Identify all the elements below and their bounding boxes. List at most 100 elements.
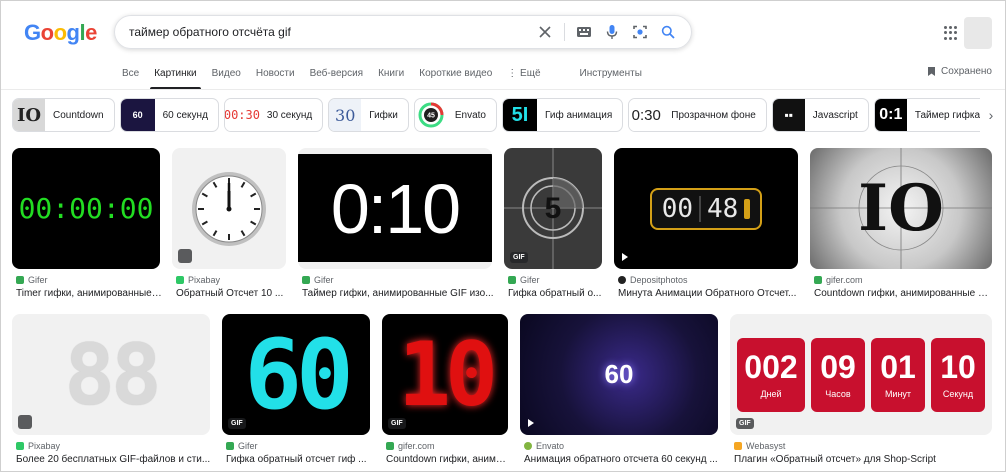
tools-button[interactable]: Инструменты <box>580 64 642 88</box>
result-thumbnail[interactable]: 60 <box>520 314 718 435</box>
result-title[interactable]: Анимация обратного отсчета 60 секунд ... <box>524 454 720 465</box>
clear-search-button[interactable] <box>532 19 558 45</box>
source-name: Pixabay <box>188 275 221 285</box>
tab-short-videos[interactable]: Короткие видео <box>419 64 492 88</box>
logo-letter: g <box>66 20 80 45</box>
result-thumbnail[interactable]: IO <box>810 148 992 269</box>
chip-timer-gif-reverse[interactable]: 0:1 Таймер гифка обрат <box>873 98 980 132</box>
source-favicon-icon <box>226 442 234 450</box>
countdown-label: Дней <box>760 388 782 399</box>
result-thumbnail[interactable]: 10 GIF <box>382 314 508 435</box>
result-thumbnail[interactable]: 60 GIF <box>222 314 370 435</box>
result-thumbnail[interactable]: 00:00:00 <box>12 148 160 269</box>
result-title[interactable]: Обратный Отсчет 10 ... <box>176 288 288 299</box>
result-title[interactable]: Countdown гифки, анимирова... <box>386 454 510 465</box>
result-card[interactable]: 00:00:00 Gifer Timer гифки, анимированны… <box>12 148 162 300</box>
chip-transparent-bg[interactable]: 0:30 Прозрачном фоне <box>628 98 767 132</box>
chip-countdown[interactable]: IO Countdown <box>12 98 115 132</box>
thumbnail-text: 48 <box>707 193 739 224</box>
thumbnail-text: IO <box>858 171 944 246</box>
source-favicon-icon <box>734 442 742 450</box>
tab-images[interactable]: Картинки <box>150 64 202 90</box>
result-title[interactable]: Более 20 бесплатных GIF-файлов и сти... <box>16 454 212 465</box>
result-source: gifer.com <box>386 441 435 451</box>
result-title[interactable]: Timer гифки, анимированные ... <box>16 288 162 299</box>
chip-60-seconds[interactable]: 60 60 секунд <box>119 98 219 132</box>
result-card[interactable]: IO gifer.com Countdown гифки, анимирован… <box>810 148 994 300</box>
thumbnail-text: 0:10 <box>330 169 461 248</box>
result-card[interactable]: 60 GIF Gifer Гифка обратный отсчет гиф .… <box>222 314 370 466</box>
result-thumbnail[interactable]: 002 Дней 09 Часов 01 Минут 10 Секунд GIF <box>730 314 992 435</box>
result-thumbnail[interactable]: 88 <box>12 314 210 435</box>
lens-search-button[interactable] <box>627 19 653 45</box>
search-box[interactable]: таймер обратного отсчёта gif <box>114 15 692 49</box>
result-card[interactable]: 5 GIF Gifer Гифка обратный о... <box>504 148 602 300</box>
search-input[interactable]: таймер обратного отсчёта gif <box>129 25 532 39</box>
keyboard-button[interactable] <box>571 19 597 45</box>
apps-grid-button[interactable] <box>944 26 958 40</box>
timer-banner: 00 48 <box>649 187 763 230</box>
thumbnail-text: 60 <box>604 359 634 389</box>
source-name: Gifer <box>28 275 48 285</box>
gif-badge: GIF <box>228 418 246 429</box>
tab-web[interactable]: Веб-версия <box>310 64 364 88</box>
chip-30-seconds[interactable]: 00:30 30 секунд <box>223 98 324 132</box>
chip-label: 30 секунд <box>266 109 313 121</box>
countdown-segment: 01 Минут <box>871 337 925 412</box>
result-thumbnail[interactable]: 0:10 <box>298 148 492 269</box>
result-card[interactable]: 002 Дней 09 Часов 01 Минут 10 Секунд GIF… <box>730 314 992 466</box>
result-card[interactable]: 00 48 Depositphotos Минута Анимации Обра… <box>614 148 798 300</box>
saved-button[interactable]: Сохранено <box>927 66 992 77</box>
result-title[interactable]: Гифка обратный отсчет гиф ... <box>226 454 372 465</box>
chip-javascript[interactable]: ▪▪ Javascript <box>771 98 869 132</box>
timer-progress-fill <box>744 198 751 219</box>
chip-envato[interactable]: 45 Envato <box>413 98 497 132</box>
apps-grid-icon <box>949 26 952 29</box>
tab-video[interactable]: Видео <box>212 64 241 88</box>
countdown-label: Часов <box>825 388 851 399</box>
tab-books[interactable]: Книги <box>378 64 404 88</box>
result-title[interactable]: Гифка обратный о... <box>508 288 604 299</box>
saved-collection-icon <box>18 415 32 429</box>
result-thumbnail[interactable]: 00 48 <box>614 148 798 269</box>
chip-label: Гиф анимация <box>545 109 613 121</box>
chips-scroll-right-button[interactable]: › <box>984 103 998 127</box>
result-card[interactable]: 10 GIF gifer.com Countdown гифки, анимир… <box>382 314 510 466</box>
result-card[interactable]: 88 Pixabay Более 20 бесплатных GIF-файло… <box>12 314 210 466</box>
search-submit-button[interactable] <box>655 19 681 45</box>
logo-letter: e <box>85 20 97 45</box>
result-title[interactable]: Countdown гифки, анимированные G... <box>814 288 994 299</box>
result-card[interactable]: Pixabay Обратный Отсчет 10 ... <box>172 148 286 300</box>
result-title[interactable]: Таймер гифки, анимированные GIF изо... <box>302 288 494 299</box>
source-favicon-icon <box>16 276 24 284</box>
result-card[interactable]: 0:10 Gifer Таймер гифки, анимированные G… <box>298 148 494 300</box>
chip-gif-animation[interactable]: 5I Гиф анимация <box>502 98 624 132</box>
thumbnail-text: 00 <box>661 193 693 224</box>
source-name: Pixabay <box>28 441 61 451</box>
chip-label: Прозрачном фоне <box>671 109 756 121</box>
result-thumbnail[interactable]: 5 GIF <box>504 148 602 269</box>
countdown-value: 09 <box>820 348 856 385</box>
result-title[interactable]: Плагин «Обратный отсчет» для Shop-Script <box>734 454 994 465</box>
tab-more[interactable]: ⋮ Ещё <box>507 64 540 88</box>
result-source: Webasyst <box>734 441 785 451</box>
google-logo[interactable]: Google <box>24 20 97 46</box>
svg-text:45: 45 <box>427 113 435 120</box>
chip-thumbnail: 45 <box>414 99 447 131</box>
countdown-value: 002 <box>744 348 798 385</box>
tab-all[interactable]: Все <box>122 64 139 88</box>
account-avatar[interactable] <box>964 17 992 49</box>
result-card[interactable]: 60 Envato Анимация обратного отсчета 60 … <box>520 314 718 466</box>
play-icon <box>622 253 628 261</box>
source-name: Webasyst <box>746 441 786 451</box>
tab-news[interactable]: Новости <box>256 64 295 88</box>
apps-grid-icon <box>944 26 947 29</box>
countdown-segment: 09 Часов <box>811 337 865 412</box>
chip-thumbnail: 5I <box>503 99 537 131</box>
chip-thumbnail: 00:30 <box>224 99 260 131</box>
result-title[interactable]: Минута Анимации Обратного Отсчет... <box>618 288 800 299</box>
thumbnail-text: 60 <box>244 318 354 431</box>
result-thumbnail[interactable] <box>172 148 286 269</box>
chip-gifs[interactable]: 30 Гифки <box>328 98 409 132</box>
voice-search-button[interactable] <box>599 19 625 45</box>
